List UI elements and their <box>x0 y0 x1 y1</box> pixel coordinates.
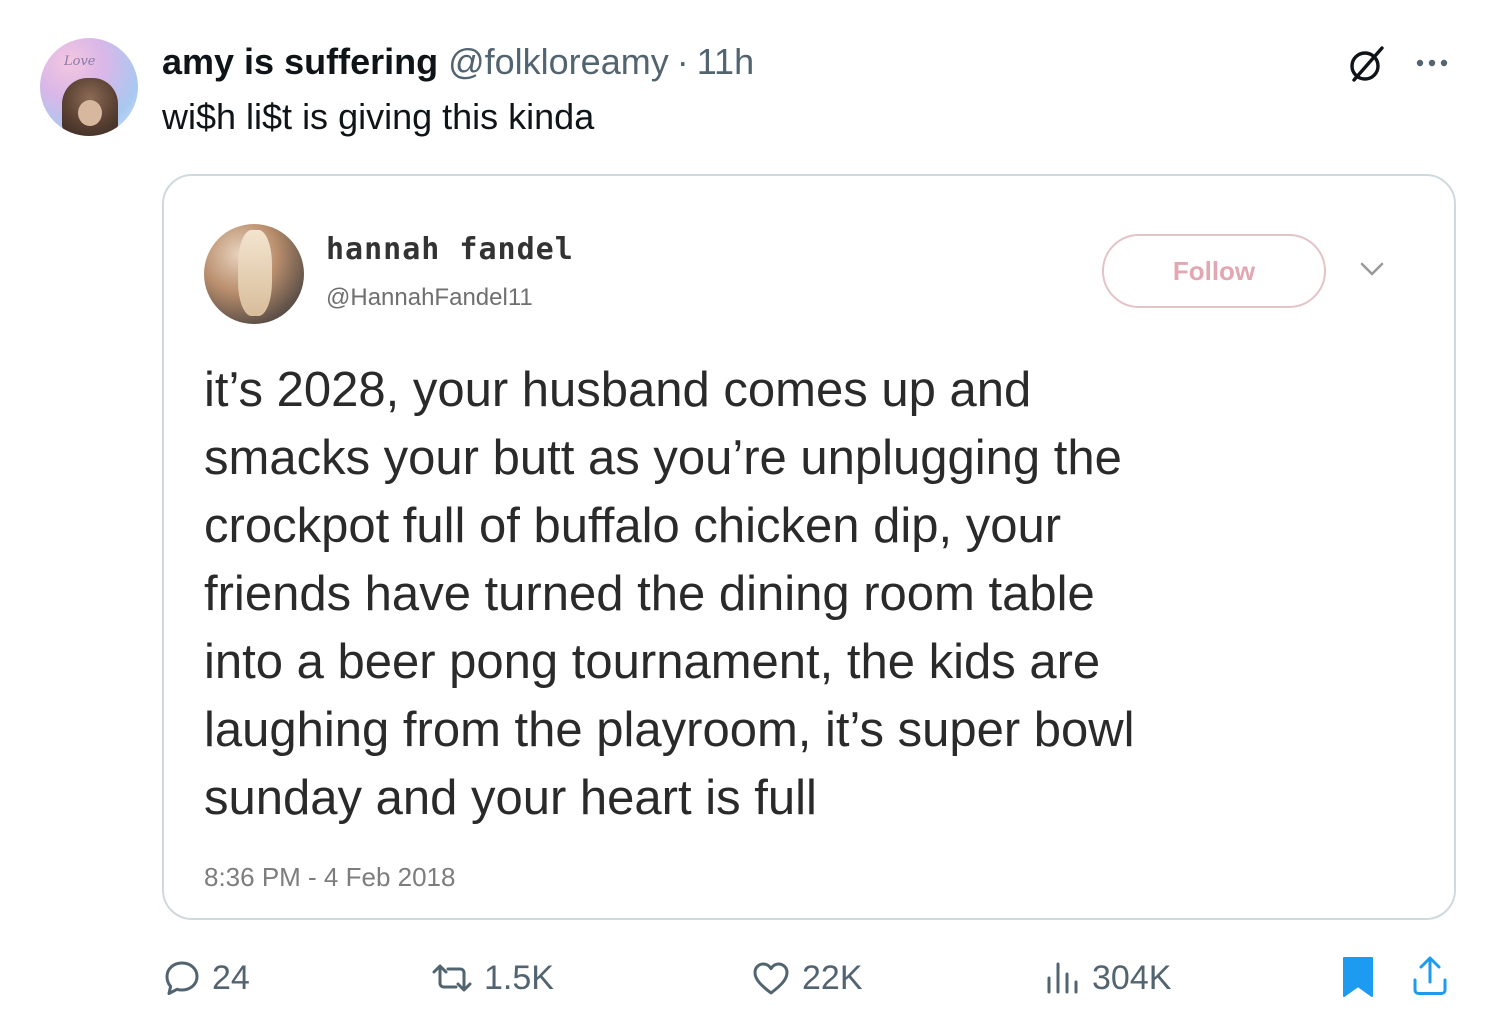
reply-count: 24 <box>212 958 250 997</box>
views-icon <box>1047 962 1078 994</box>
action-bar: 24 1.5K 22K 304K <box>162 948 1456 1008</box>
tweet-header: amy is suffering @folkloreamy · 11h <box>162 40 754 84</box>
quoted-body-text: it’s 2028, your husband comes up and sma… <box>204 363 1135 825</box>
reply-button[interactable]: 24 <box>162 948 250 1008</box>
like-button[interactable]: 22K <box>750 948 863 1008</box>
tweet: Love amy is suffering @folkloreamy · 11h… <box>0 0 1504 1036</box>
avatar-face <box>78 100 102 126</box>
views-count: 304K <box>1092 958 1172 997</box>
quoted-avatar-hair <box>238 230 272 316</box>
display-name[interactable]: amy is suffering <box>162 41 438 83</box>
quoted-date: 8:36 PM - 4 Feb 2018 <box>204 862 456 892</box>
grok-icon[interactable] <box>1346 44 1386 84</box>
repost-icon <box>432 964 472 992</box>
repost-button[interactable]: 1.5K <box>430 948 554 1008</box>
avatar-script-text: Love <box>64 54 96 69</box>
quoted-handle: @HannahFandel11 <box>326 284 533 311</box>
quoted-name: hannah fandel <box>326 232 574 267</box>
heart-icon <box>753 962 789 995</box>
more-icon[interactable] <box>1412 46 1452 80</box>
follow-button: Follow <box>1102 234 1326 308</box>
share-icon[interactable] <box>1410 954 1450 998</box>
like-count: 22K <box>802 958 863 997</box>
quoted-avatar <box>204 224 304 324</box>
quoted-tweet-card[interactable]: hannah fandel @HannahFandel11 Follow it’… <box>162 174 1456 920</box>
reply-icon <box>165 961 199 995</box>
bookmark-icon[interactable] <box>1338 954 1378 1000</box>
user-handle[interactable]: @folkloreamy <box>448 41 669 83</box>
tweet-text: wi$h li$t is giving this kinda <box>162 96 595 137</box>
user-avatar[interactable]: Love <box>40 38 138 136</box>
views-button[interactable]: 304K <box>1044 948 1171 1008</box>
post-time[interactable]: 11h <box>697 41 754 83</box>
header-separator: · <box>676 41 689 82</box>
chevron-down-icon <box>1360 262 1384 276</box>
repost-count: 1.5K <box>484 958 554 997</box>
